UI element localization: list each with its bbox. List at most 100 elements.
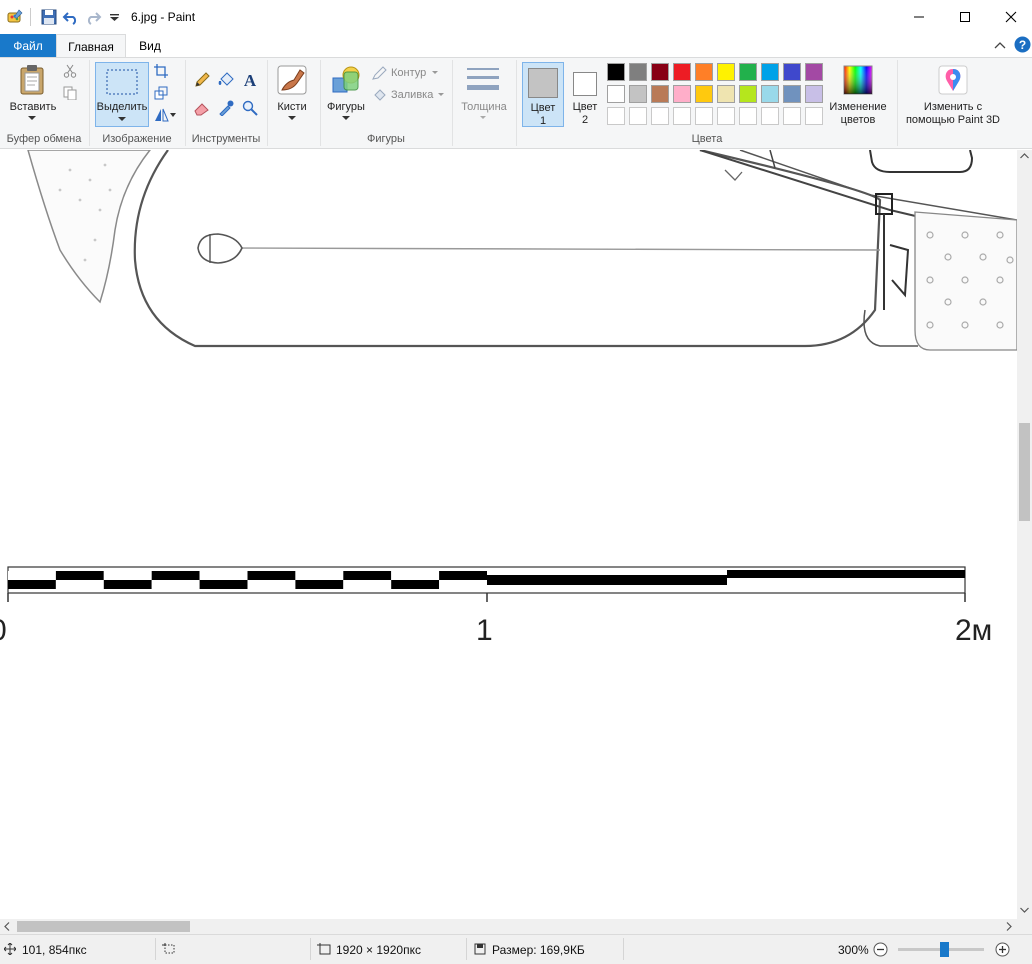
separator (30, 8, 31, 26)
palette-swatch[interactable] (805, 63, 823, 81)
horizontal-scroll-thumb[interactable] (17, 921, 190, 932)
fill-icon[interactable] (372, 88, 388, 102)
drawing-canvas[interactable]: 0 1 2м (0, 150, 1017, 919)
palette-custom-slot[interactable] (783, 107, 801, 125)
palette-custom-slot[interactable] (717, 107, 735, 125)
fill-dropdown-icon[interactable] (438, 93, 444, 97)
palette-swatch[interactable] (673, 85, 691, 103)
color2-button[interactable]: Цвет 2 (566, 62, 604, 127)
shapes-icon[interactable] (330, 64, 362, 96)
palette-swatch[interactable] (673, 63, 691, 81)
minimize-button[interactable] (896, 0, 942, 34)
palette-custom-slot[interactable] (805, 107, 823, 125)
rotate-icon[interactable] (154, 108, 176, 122)
horizontal-scrollbar[interactable] (0, 919, 1017, 934)
palette-swatch[interactable] (739, 63, 757, 81)
palette-swatch[interactable] (739, 85, 757, 103)
scale-segment (8, 571, 56, 580)
palette-custom-slot[interactable] (761, 107, 779, 125)
palette-swatch[interactable] (783, 63, 801, 81)
select-button[interactable]: Выделить (95, 62, 149, 127)
shapes-button[interactable]: Фигуры (324, 101, 368, 114)
paint-app-icon[interactable] (6, 8, 24, 26)
scroll-up-icon[interactable] (1020, 153, 1029, 159)
palette-swatch[interactable] (783, 85, 801, 103)
pencil-icon[interactable] (194, 72, 210, 88)
palette-swatch[interactable] (805, 85, 823, 103)
palette-custom-slot[interactable] (607, 107, 625, 125)
scale-segment (8, 580, 56, 589)
image-dimensions: 1920 × 1920пкс (336, 943, 421, 957)
palette-swatch[interactable] (717, 63, 735, 81)
save-icon[interactable] (40, 8, 58, 26)
zoom-slider[interactable] (898, 942, 984, 957)
text-icon[interactable]: A (242, 71, 258, 89)
palette-swatch[interactable] (717, 85, 735, 103)
color-picker-icon[interactable] (218, 100, 234, 116)
copy-icon[interactable] (63, 86, 77, 100)
vertical-scrollbar[interactable] (1017, 150, 1032, 919)
palette-swatch[interactable] (761, 63, 779, 81)
scale-segment (295, 571, 344, 580)
zoom-slider-thumb[interactable] (940, 942, 950, 957)
paste-dropdown-icon[interactable] (28, 116, 36, 122)
palette-custom-slot[interactable] (739, 107, 757, 125)
undo-icon[interactable] (62, 8, 80, 26)
status-divider (310, 938, 311, 960)
tab-view[interactable]: Вид (128, 34, 172, 57)
palette-swatch[interactable] (651, 63, 669, 81)
palette-swatch[interactable] (695, 63, 713, 81)
tab-file[interactable]: Файл (0, 34, 56, 57)
scroll-left-icon[interactable] (4, 922, 10, 931)
scale-segment (343, 580, 392, 589)
edit-colors-button[interactable]: Изменение цветов (828, 62, 890, 128)
color2-label: Цвет (572, 101, 598, 113)
scroll-down-icon[interactable] (1020, 907, 1029, 913)
outline-icon[interactable] (372, 66, 388, 80)
palette-swatch[interactable] (607, 85, 625, 103)
palette-swatch[interactable] (629, 63, 647, 81)
scale-bar: 0 1 2м (0, 566, 992, 647)
scale-label-one: 1 (476, 614, 493, 647)
maximize-button[interactable] (942, 0, 988, 34)
fill-button[interactable]: Заливка (391, 89, 433, 101)
palette-swatch[interactable] (607, 63, 625, 81)
zoom-in-icon[interactable] (995, 942, 1010, 957)
resize-icon[interactable] (154, 86, 168, 100)
redo-icon[interactable] (84, 8, 102, 26)
help-icon[interactable]: ? (1014, 36, 1031, 53)
palette-swatch[interactable] (695, 85, 713, 103)
zoom-out-icon[interactable] (873, 942, 888, 957)
close-button[interactable] (988, 0, 1032, 34)
palette-custom-slot[interactable] (629, 107, 647, 125)
palette-swatch[interactable] (761, 85, 779, 103)
outline-dropdown-icon[interactable] (432, 71, 438, 75)
tab-home[interactable]: Главная (56, 34, 126, 58)
shapes-dropdown-icon[interactable] (342, 116, 350, 122)
paste-icon[interactable] (17, 64, 49, 96)
shapes-group-label: Фигуры (367, 133, 405, 145)
collapse-ribbon-icon[interactable] (994, 40, 1006, 50)
eraser-icon[interactable] (194, 100, 210, 116)
scroll-right-icon[interactable] (1006, 922, 1012, 931)
customize-quick-access-icon[interactable] (106, 8, 124, 26)
group-separator (897, 60, 898, 146)
paste-button[interactable]: Вставить (4, 101, 62, 114)
palette-custom-slot[interactable] (673, 107, 691, 125)
select-dropdown-icon (118, 117, 126, 121)
cut-icon[interactable] (63, 64, 77, 78)
palette-swatch[interactable] (651, 85, 669, 103)
palette-custom-slot[interactable] (695, 107, 713, 125)
magnifier-icon[interactable] (242, 100, 258, 116)
vertical-scroll-thumb[interactable] (1019, 423, 1030, 521)
close-icon (1005, 11, 1017, 23)
color1-button[interactable]: Цвет 1 (522, 62, 564, 127)
outline-button[interactable]: Контур (391, 67, 426, 79)
crop-icon[interactable] (154, 64, 168, 78)
fill-bucket-icon[interactable] (218, 72, 234, 88)
scale-segment (343, 571, 392, 580)
edit-with-paint3d-button[interactable]: Изменить с помощью Paint 3D (900, 62, 1008, 128)
color1-number: 1 (539, 115, 547, 127)
palette-swatch[interactable] (629, 85, 647, 103)
palette-custom-slot[interactable] (651, 107, 669, 125)
